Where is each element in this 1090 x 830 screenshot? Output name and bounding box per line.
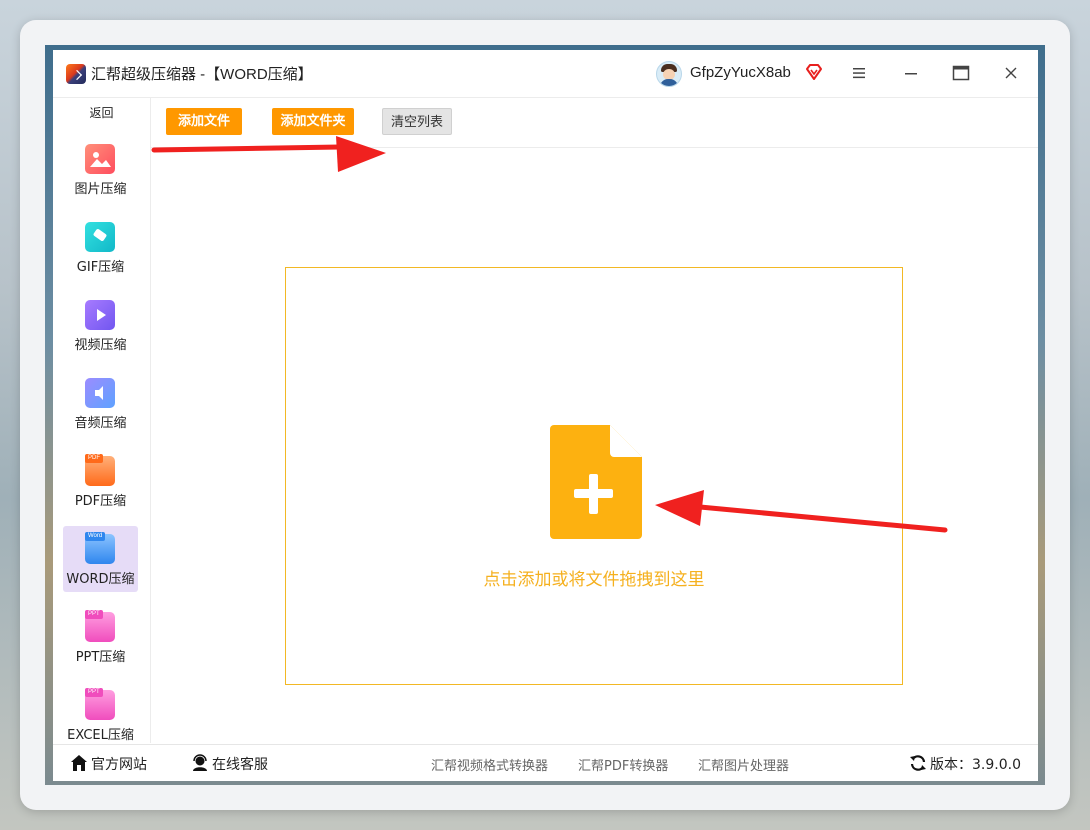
- back-link[interactable]: 返回: [53, 104, 150, 121]
- video-icon: [85, 300, 115, 330]
- sidebar-item-label: 视频压缩: [74, 338, 127, 353]
- sidebar-item-ppt[interactable]: PPT PPT压缩: [63, 604, 138, 670]
- vip-diamond-icon[interactable]: [805, 63, 823, 81]
- add-folder-button[interactable]: 添加文件夹: [272, 108, 354, 135]
- video-converter-link[interactable]: 汇帮视频格式转换器: [431, 755, 548, 774]
- file-plus-icon[interactable]: [550, 425, 642, 539]
- app-window: 汇帮超级压缩器 -【WORD压缩】 GfpZyYucX8ab 返回 图片压缩 G…: [53, 50, 1038, 781]
- title-bar: 汇帮超级压缩器 -【WORD压缩】 GfpZyYucX8ab: [53, 50, 1038, 98]
- add-file-button[interactable]: 添加文件: [166, 108, 242, 135]
- sidebar-item-video[interactable]: 视频压缩: [63, 292, 138, 358]
- image-processor-link[interactable]: 汇帮图片处理器: [698, 755, 789, 774]
- hamburger-menu-icon[interactable]: [851, 65, 867, 81]
- gif-icon: [85, 222, 115, 252]
- pdf-icon: PDF: [85, 454, 115, 486]
- sidebar-item-label: 音频压缩: [74, 416, 127, 431]
- drop-hint-text: 点击添加或将文件拖拽到这里: [483, 570, 705, 590]
- footer-bar: 官方网站 在线客服 汇帮视频格式转换器 汇帮PDF转换器 汇帮图片处理器 版本：…: [53, 744, 1038, 781]
- file-drop-zone[interactable]: 点击添加或将文件拖拽到这里: [285, 267, 903, 685]
- toolbar: 添加文件 添加文件夹 清空列表: [151, 98, 1038, 148]
- sidebar-nav: 返回 图片压缩 GIF压缩 视频压缩 音频压缩 PDF PDF压缩 Word W…: [53, 98, 151, 743]
- sidebar-item-label: WORD压缩: [66, 572, 135, 587]
- sidebar-item-label: PPT压缩: [75, 650, 126, 665]
- ppt-icon: PPT: [85, 610, 115, 642]
- sidebar-item-word[interactable]: Word WORD压缩: [63, 526, 138, 592]
- user-avatar[interactable]: [656, 61, 682, 87]
- window-title: 汇帮超级压缩器 -【WORD压缩】: [91, 66, 313, 83]
- app-logo-icon: [66, 64, 86, 84]
- clear-list-button[interactable]: 清空列表: [382, 108, 452, 135]
- close-icon[interactable]: [1004, 66, 1018, 80]
- sidebar-item-image[interactable]: 图片压缩: [63, 136, 138, 202]
- username[interactable]: GfpZyYucX8ab: [690, 64, 791, 81]
- official-site-link[interactable]: 官方网站: [91, 754, 147, 774]
- sidebar-item-gif[interactable]: GIF压缩: [63, 214, 138, 280]
- refresh-icon[interactable]: [909, 754, 927, 772]
- minimize-icon[interactable]: [903, 65, 919, 81]
- sidebar-item-pdf[interactable]: PDF PDF压缩: [63, 448, 138, 514]
- sidebar-item-excel[interactable]: PPT EXCEL压缩: [63, 682, 138, 748]
- pdf-converter-link[interactable]: 汇帮PDF转换器: [578, 755, 668, 774]
- sidebar-item-audio[interactable]: 音频压缩: [63, 370, 138, 436]
- image-icon: [85, 144, 115, 174]
- online-support-link[interactable]: 在线客服: [212, 754, 268, 774]
- sidebar-item-label: 图片压缩: [74, 182, 127, 197]
- sidebar-item-label: GIF压缩: [76, 260, 125, 275]
- sidebar-item-label: PDF压缩: [74, 494, 127, 509]
- word-icon: Word: [85, 532, 115, 564]
- customer-service-icon[interactable]: [191, 754, 209, 772]
- version-label: 版本：3.9.0.0: [930, 757, 1021, 773]
- home-icon[interactable]: [70, 754, 88, 772]
- maximize-icon[interactable]: [952, 65, 970, 81]
- audio-icon: [85, 378, 115, 408]
- sidebar-item-label: EXCEL压缩: [67, 728, 134, 743]
- excel-icon: PPT: [85, 688, 115, 720]
